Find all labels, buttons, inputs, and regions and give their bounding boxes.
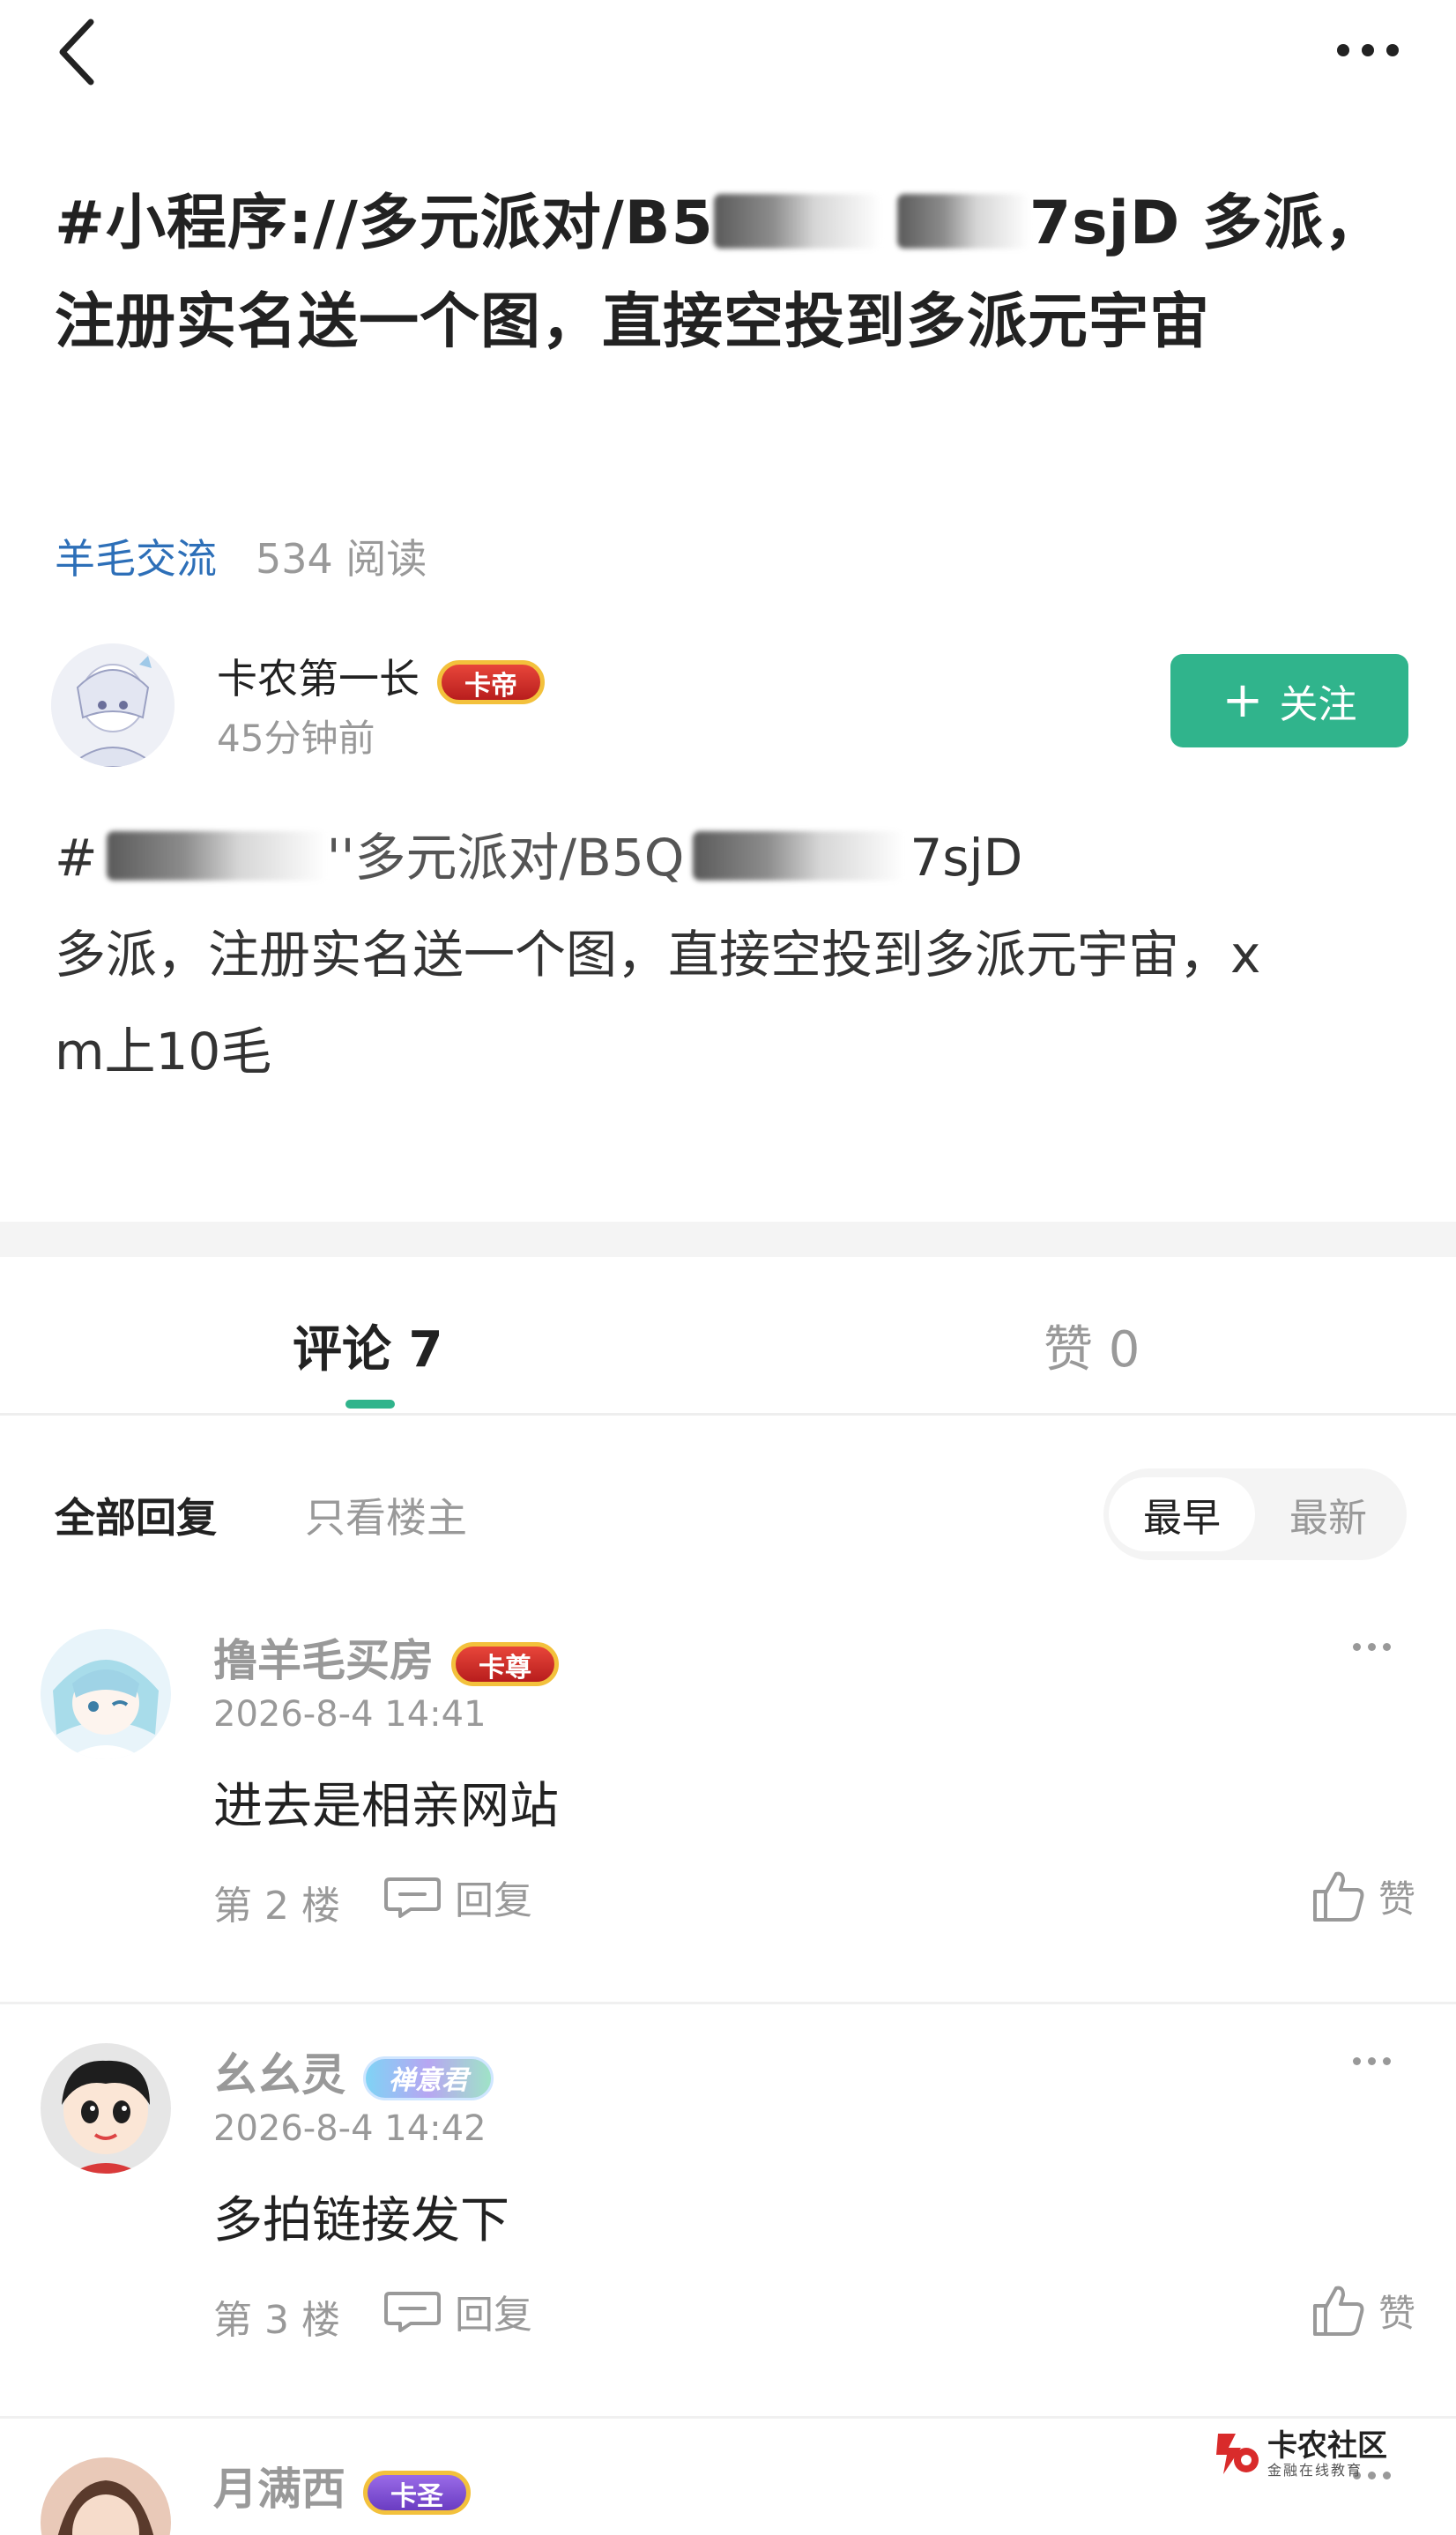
commenter-avatar[interactable]	[41, 2043, 171, 2174]
more-horizontal-icon	[1337, 44, 1349, 56]
reply-label: 回复	[455, 2293, 532, 2338]
comment-text: 多拍链接发下	[213, 2192, 509, 2249]
author-name[interactable]: 卡农第一长 卡帝	[217, 647, 545, 705]
reply-button[interactable]: 回复	[384, 2285, 532, 2338]
comment-more-button[interactable]	[1336, 1629, 1407, 1664]
comment-item: 撸羊毛买房 卡尊 2026-8-4 14:41 进去是相亲网站 第 2 楼 回复 …	[0, 1590, 1456, 2004]
chevron-left-icon	[59, 19, 94, 85]
comment-time: 2026-8-4 14:42	[213, 2108, 487, 2149]
comment-tabs: 评论 7 赞 0	[0, 1257, 1456, 1416]
commenter-name[interactable]: 撸羊毛买房 卡尊	[213, 1625, 559, 1689]
commenter-avatar[interactable]	[41, 2457, 171, 2535]
watermark-name: 卡农社区	[1267, 2427, 1387, 2464]
commenter-level-badge: 禅意君	[363, 2056, 494, 2100]
commenter-avatar[interactable]	[41, 1629, 171, 1759]
back-button[interactable]	[42, 12, 113, 92]
follow-label: 关注	[1279, 682, 1357, 727]
watermark: 卡农社区 金融在线教育	[1211, 2426, 1396, 2482]
watermark-subtitle: 金融在线教育	[1267, 2461, 1363, 2479]
comment-icon	[384, 1877, 441, 1918]
more-dot	[1386, 44, 1399, 56]
tab-comments[interactable]: 评论 7	[293, 1310, 442, 1381]
active-tab-indicator	[345, 1400, 395, 1409]
reply-label: 回复	[455, 1878, 532, 1923]
author-row: 卡农第一长 卡帝 45分钟前 + 关注	[51, 638, 1408, 770]
more-horizontal-icon	[1352, 1642, 1361, 1651]
sort-toggle: 最早 最新	[1103, 1468, 1407, 1560]
filter-op-only[interactable]: 只看楼主	[305, 1486, 467, 1544]
read-count: 534 阅读	[256, 535, 427, 583]
logo-icon	[1216, 2434, 1259, 2474]
anime-character-icon	[41, 1629, 171, 1759]
author-name-text: 卡农第一长	[217, 655, 420, 703]
author-level-badge: 卡帝	[437, 659, 545, 704]
post-body-text: 7sjD	[910, 828, 1023, 888]
watermark-text: 卡农社区 金融在线教育	[1267, 2427, 1387, 2479]
sort-latest-button[interactable]: 最新	[1255, 1477, 1401, 1551]
section-divider	[0, 1222, 1456, 1257]
post-meta: 羊毛交流 534 阅读	[55, 525, 427, 587]
more-dot	[1367, 1642, 1376, 1651]
post-body-text: ''多元派对/B5Q	[326, 828, 685, 888]
more-horizontal-icon	[1352, 2056, 1361, 2065]
commenter-name-text: 月满西	[213, 2464, 345, 2515]
post-body-line-2: 多派，注册实名送一个图，直接空投到多派元宇宙，x	[55, 925, 1261, 985]
post-body-line-3: m上10毛	[55, 1022, 272, 1082]
more-dot	[1382, 2056, 1391, 2065]
like-label: 赞	[1378, 2291, 1415, 2335]
commenter-name-text: 幺幺灵	[213, 2049, 345, 2100]
more-dot	[1382, 1642, 1391, 1651]
follow-button[interactable]: + 关注	[1170, 654, 1408, 747]
more-dot	[1362, 44, 1374, 56]
commenter-name-text: 撸羊毛买房	[213, 1635, 434, 1686]
user-photo-icon	[41, 2457, 171, 2535]
comment-more-button[interactable]	[1336, 2043, 1407, 2078]
cartoon-face-icon	[41, 2043, 171, 2174]
post-body-line-1: # ''多元派对/B5Q 7sjD	[55, 809, 1412, 906]
topic-link[interactable]: 羊毛交流	[55, 527, 217, 585]
thumbs-up-icon	[1312, 1871, 1364, 1922]
plus-icon: +	[1222, 672, 1264, 729]
top-bar	[0, 0, 1456, 106]
sort-earliest-button[interactable]: 最早	[1109, 1477, 1255, 1551]
anime-character-icon	[51, 643, 175, 767]
post-body-text: #	[55, 828, 98, 888]
more-dot	[1367, 2056, 1376, 2065]
tab-likes[interactable]: 赞 0	[1044, 1310, 1140, 1381]
floor-number: 第 3 楼	[213, 2298, 340, 2343]
author-avatar[interactable]	[51, 643, 175, 767]
comment-item: 幺幺灵 禅意君 2026-8-4 14:42 多拍链接发下 第 3 楼 回复 赞	[0, 2004, 1456, 2419]
comment-time: 2026-8-4 14:41	[213, 1694, 487, 1735]
post-title-text-start: #小程序://多元派对/B5	[55, 189, 714, 258]
floor-number: 第 2 楼	[213, 1884, 340, 1929]
redacted-mask	[713, 194, 881, 249]
commenter-name[interactable]: 幺幺灵 禅意君	[213, 2040, 494, 2103]
thumbs-up-icon	[1312, 2286, 1364, 2336]
post-title: #小程序://多元派对/B5 7sjD 多派，注册实名送一个图，直接空投到多派元宇…	[55, 175, 1412, 372]
post-time: 45分钟前	[217, 717, 375, 760]
more-options-button[interactable]	[1315, 19, 1421, 81]
redacted-mask	[106, 831, 327, 881]
redacted-mask	[896, 194, 1029, 249]
like-label: 赞	[1378, 1877, 1415, 1921]
comment-icon	[384, 2292, 441, 2332]
reply-button[interactable]: 回复	[384, 1870, 532, 1923]
commenter-level-badge: 卡圣	[363, 2470, 471, 2515]
commenter-level-badge: 卡尊	[451, 1641, 559, 1686]
comment-text: 进去是相亲网站	[213, 1778, 559, 1835]
like-button[interactable]: 赞	[1311, 2279, 1415, 2341]
filter-all-replies[interactable]: 全部回复	[55, 1486, 217, 1544]
like-button[interactable]: 赞	[1311, 1865, 1415, 1927]
comment-filter-row: 全部回复 只看楼主 最早 最新	[0, 1463, 1456, 1560]
post-body: # ''多元派对/B5Q 7sjD 多派，注册实名送一个图，直接空投到多派元宇宙，x…	[55, 809, 1412, 1100]
commenter-name[interactable]: 月满西 卡圣	[213, 2454, 471, 2517]
redacted-mask	[693, 831, 905, 881]
